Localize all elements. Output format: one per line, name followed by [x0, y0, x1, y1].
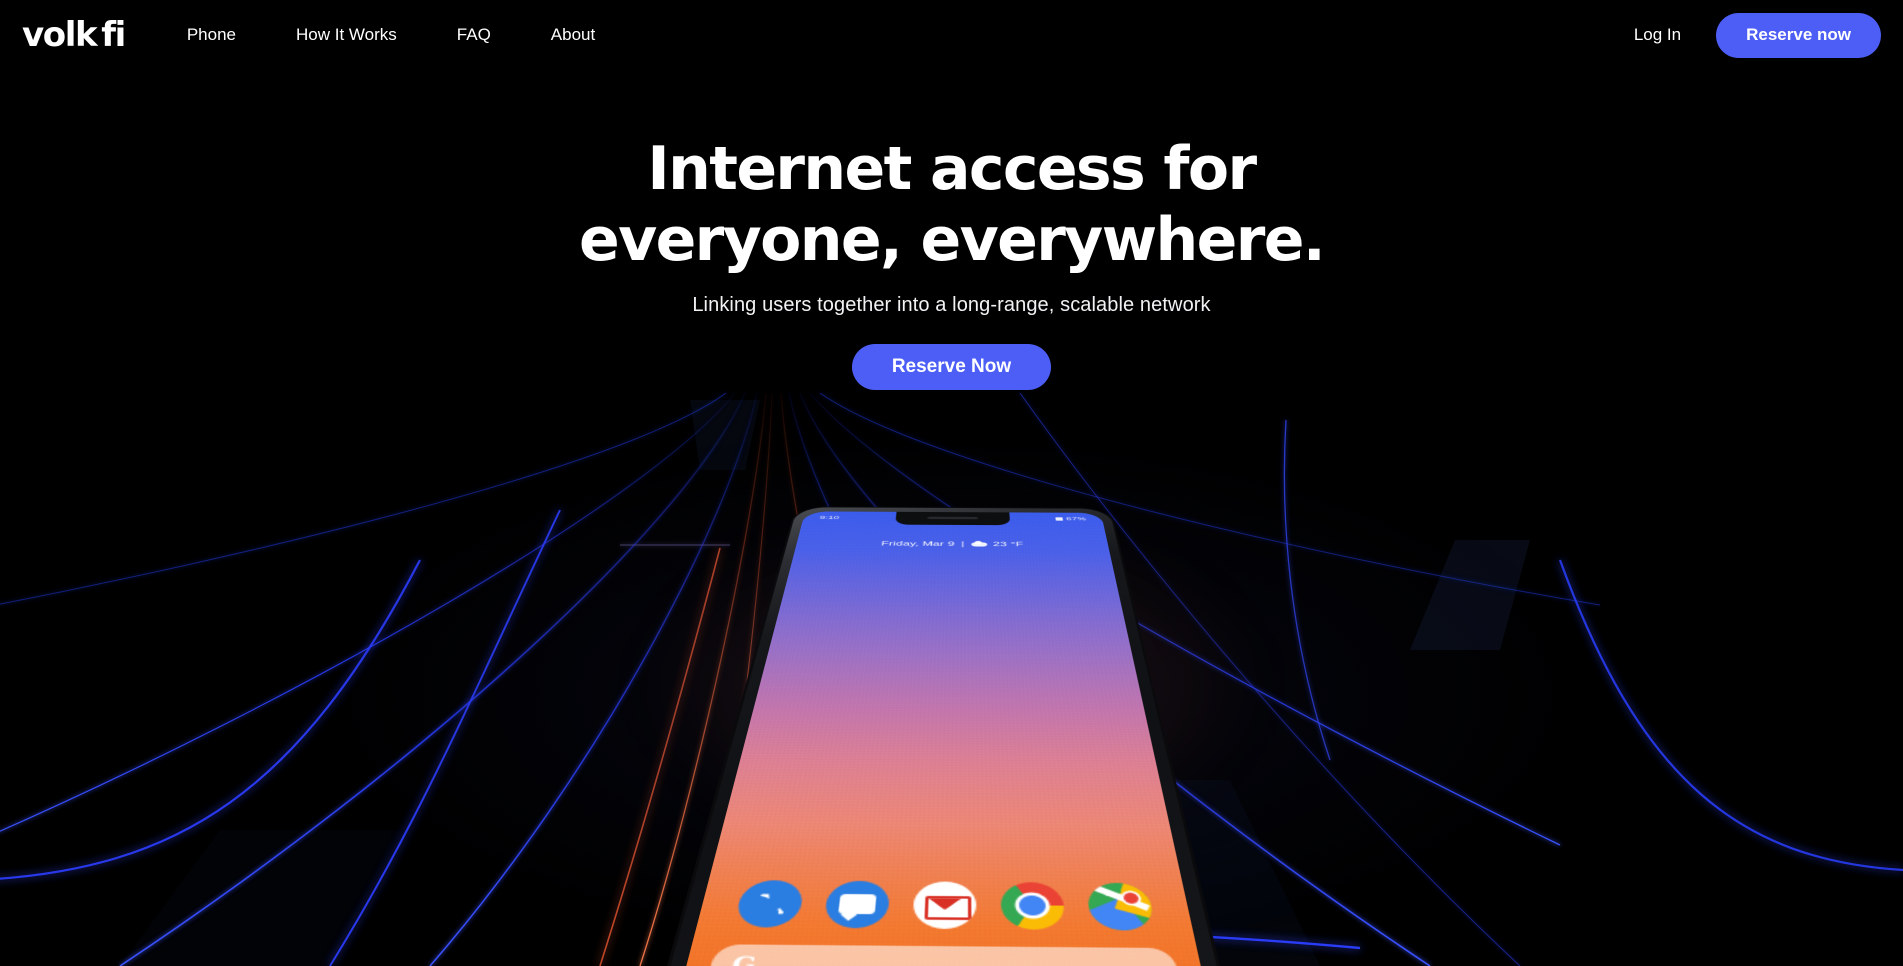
nav-actions: Log In Reserve now [1634, 12, 1903, 58]
landing-page: 9:10 67% Friday, Mar 9 | 23 °F G Interne… [0, 0, 1903, 966]
hero-title-line-2: everyone, everywhere. [578, 205, 1326, 275]
nav-item-phone[interactable]: Phone [187, 19, 236, 51]
brand-logo[interactable]: volk fi [22, 15, 126, 55]
log-in-link[interactable]: Log In [1634, 25, 1681, 45]
top-navigation-bar: volk fi Phone How It Works FAQ About Log … [0, 0, 1903, 70]
hero-reserve-now-button[interactable]: Reserve Now [851, 344, 1052, 390]
hero-subtitle: Linking users together into a long-range… [692, 294, 1211, 316]
primary-nav: Phone How It Works FAQ About [187, 19, 595, 51]
nav-item-how-it-works[interactable]: How It Works [296, 19, 397, 51]
nav-item-about[interactable]: About [551, 19, 595, 51]
floor-panels [120, 400, 1530, 966]
page-title: Internet access for everyone, everywhere… [0, 139, 1903, 270]
nav-reserve-now-button[interactable]: Reserve now [1716, 12, 1881, 58]
hero-title-line-1: Internet access for [647, 134, 1257, 204]
brand-logo-text: volk [22, 15, 98, 55]
grid-horizontals [0, 454, 1903, 881]
brand-logo-suffix: fi [101, 15, 126, 55]
nav-item-faq[interactable]: FAQ [457, 19, 491, 51]
